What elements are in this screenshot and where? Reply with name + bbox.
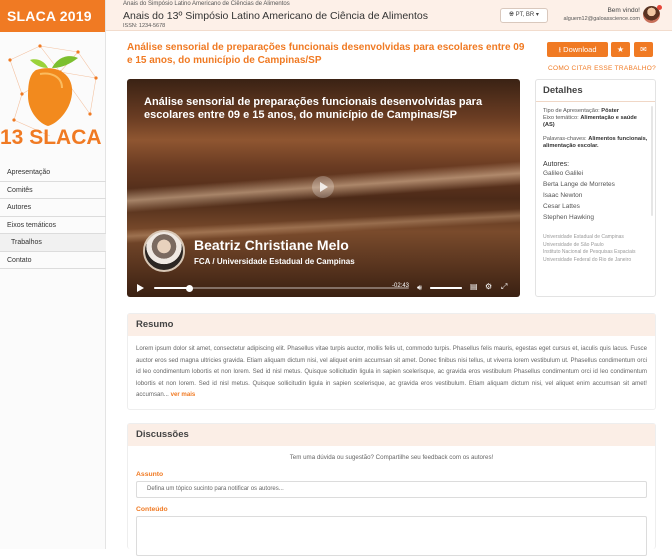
progress-handle[interactable] <box>186 284 194 292</box>
speaker-institution: FCA / Universidade Estadual de Campinas <box>194 257 355 266</box>
captions-icon[interactable]: ▤ <box>470 282 478 291</box>
discussions-heading: Discussões <box>128 424 655 446</box>
progress-bar[interactable] <box>154 284 409 292</box>
chevron-down-icon: ▾ <box>535 12 539 18</box>
volume-slider[interactable] <box>430 287 462 289</box>
speaker-photo <box>143 230 185 272</box>
welcome-text: Bem vindo! <box>607 7 640 14</box>
brand-title[interactable]: SLACA 2019 <box>0 0 105 32</box>
institution-item: Universidade Estadual de Campinas <box>543 234 624 241</box>
video-controls: -02:43 🔊︎ ▤ ⚙ ⤢ <box>127 279 520 297</box>
volume-fill <box>430 287 462 289</box>
volume-icon[interactable]: 🔊︎ <box>417 283 422 293</box>
author-item[interactable]: Stephen Hawking <box>543 212 648 223</box>
language-selector[interactable]: 🌐︎ PT, BR ▾ <box>500 8 548 23</box>
discussions-prompt: Tem uma dúvida ou sugestão? Compartilhe … <box>289 454 494 461</box>
author-item[interactable]: Galileo Galilei <box>543 168 648 179</box>
cite-link[interactable]: COMO CITAR ESSE TRABALHO? <box>548 65 656 72</box>
author-item[interactable]: Isaac Newton <box>543 190 648 201</box>
video-title: Análise sensorial de preparações funcion… <box>144 96 483 121</box>
star-icon: ★ <box>616 45 625 54</box>
presentation-type: Tipo de Apresentação: Pôster <box>543 108 619 114</box>
sidebar-item-apresentacao[interactable]: Apresentação <box>0 164 106 182</box>
event-title: Anais do 13º Simpósio Latino Americano d… <box>123 10 429 22</box>
details-scrollbar[interactable] <box>651 106 653 216</box>
paper-title: Análise sensorial de preparações funcion… <box>127 42 525 66</box>
institutions-list: Universidade Estadual de Campinas Univer… <box>543 234 648 264</box>
globe-icon: 🌐︎ <box>509 12 514 18</box>
time-remaining: -02:43 <box>392 283 410 289</box>
chat-bubble-icon: ✉ <box>640 45 647 54</box>
sidebar-item-contato[interactable]: Contato <box>0 252 106 269</box>
download-button[interactable]: ⭳ Download <box>547 42 608 57</box>
issn: ISSN: 1234-5678 <box>123 23 166 29</box>
institution-item: Instituto Nacional de Pesquisas Espaciai… <box>543 249 636 256</box>
download-label: Download <box>563 45 597 54</box>
sidebar: SLACA 2019 13 SLACA Apresentação Comitês… <box>0 0 106 549</box>
fullscreen-icon[interactable]: ⤢ <box>501 282 507 292</box>
event-subtitle: Anais do Simpósio Latino Americano de Ci… <box>123 1 290 7</box>
authors-heading: Autores: <box>543 161 570 169</box>
read-more-link[interactable]: ver mais <box>171 391 196 398</box>
top-header: Anais do Simpósio Latino Americano de Ci… <box>106 0 672 31</box>
content-textarea[interactable] <box>136 516 647 556</box>
subject-label: Assunto <box>136 471 164 478</box>
slaca-logo: 13 SLACA <box>0 44 102 149</box>
details-panel: Detalhes Tipo de Apresentação: Pôster Ei… <box>535 79 656 297</box>
details-heading: Detalhes <box>536 80 655 102</box>
notification-dot <box>657 5 662 10</box>
institution-item: Universidade Federal do Rio de Janeiro <box>543 257 632 263</box>
language-label: PT, BR <box>515 12 535 18</box>
sidebar-item-comites[interactable]: Comitês <box>0 182 106 199</box>
gear-icon[interactable]: ⚙ <box>485 282 492 291</box>
author-item[interactable]: Cesar Lattes <box>543 201 648 212</box>
play-overlay-icon[interactable] <box>312 176 334 198</box>
favorite-button[interactable]: ★ <box>611 42 630 57</box>
sidebar-item-autores[interactable]: Autores <box>0 199 106 217</box>
progress-fill <box>154 287 190 289</box>
user-email: alguem12@galoasscience.com <box>563 16 640 22</box>
speaker-name: Beatriz Christiane Melo <box>194 237 349 253</box>
sidebar-item-eixos[interactable]: Eixos temáticos <box>0 217 106 234</box>
institution-item: Universidade de São Paulo <box>543 241 604 248</box>
thematic-axis: Eixo temático: Alimentação e saúde (AS) <box>543 115 637 129</box>
content-label: Conteúdo <box>136 506 168 513</box>
subject-input[interactable]: Defina um tópico sucinto para notificar … <box>136 481 647 498</box>
keywords: Palavras-chaves: Alimentos funcionais, a… <box>543 135 648 149</box>
sidebar-item-trabalhos[interactable]: Trabalhos <box>0 234 106 252</box>
sidebar-nav: Apresentação Comitês Autores Eixos temát… <box>0 164 106 269</box>
discussions-card: Discussões Tem uma dúvida ou sugestão? C… <box>127 423 656 556</box>
resumo-text: Lorem ipsum dolor sit amet, consectetur … <box>136 345 647 398</box>
resumo-heading: Resumo <box>128 314 655 336</box>
logo-text: 13 SLACA <box>0 126 102 149</box>
resumo-card: Resumo Lorem ipsum dolor sit amet, conse… <box>127 313 656 410</box>
author-item[interactable]: Berta Lange de Morretes <box>543 179 648 190</box>
comment-button[interactable]: ✉ <box>634 42 653 57</box>
download-icon: ⭳ <box>558 45 562 54</box>
video-player[interactable]: Análise sensorial de preparações funcion… <box>127 79 520 297</box>
play-icon[interactable] <box>137 284 144 292</box>
